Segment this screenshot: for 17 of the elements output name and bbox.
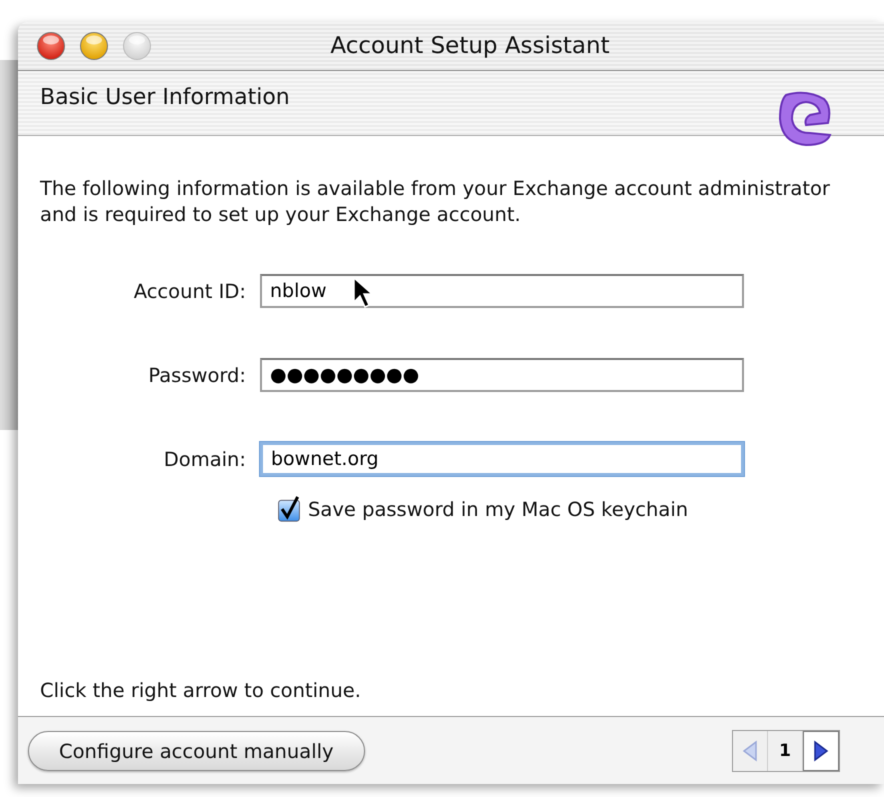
input-field[interactable]: nblow [260,274,744,308]
input-field[interactable]: bownet.org [260,442,744,476]
field-label: Domain: [162,448,247,470]
configure-manually-button[interactable]: Configure account manually [28,731,365,771]
window-title: Account Setup Assistant [330,33,610,59]
close-button[interactable] [36,31,66,61]
checkbox-label[interactable]: Save password in my Mac OS keychain [308,498,688,520]
input-field[interactable]: ●●●●●●●●● [260,358,744,392]
field-label: Password: [147,364,247,386]
app-logo-icon [776,89,834,147]
intro-text: The following information is available from your Exchange account administrator and is required to set up your Exchange account. [40,176,830,228]
minimize-button[interactable] [79,31,109,61]
page-title: Basic User Information [40,84,290,110]
checkbox[interactable] [276,496,302,522]
right-arrow-icon[interactable] [813,740,829,762]
hint-text: Click the right arrow to continue. [40,679,362,704]
field-label: Account ID: [132,280,247,302]
